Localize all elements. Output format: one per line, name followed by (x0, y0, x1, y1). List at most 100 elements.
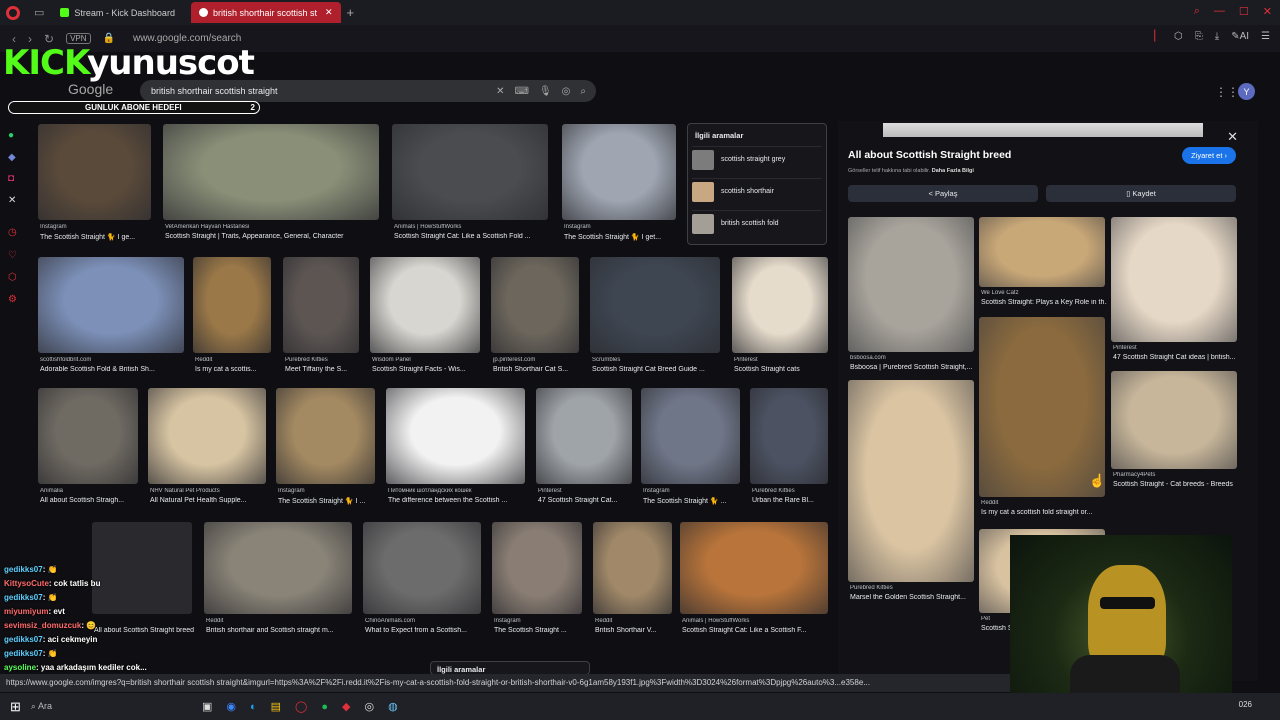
image-result-card[interactable]: Wisdom Panel Scottish Straight Facts - Wi… (370, 257, 480, 379)
panel-thumbnail[interactable] (979, 317, 1105, 497)
result-thumbnail[interactable] (370, 257, 480, 353)
sidebar-toggle-icon[interactable]: ▏ (1154, 31, 1162, 42)
google-apps-icon[interactable]: ⋮⋮ (1215, 85, 1239, 99)
workspaces-icon[interactable]: ▭ (34, 6, 44, 19)
result-title[interactable]: All Natural Pet Health Supple... (150, 497, 268, 504)
task-view-icon[interactable]: ▣ (202, 700, 212, 713)
result-title[interactable]: The Scottish Straight ... (494, 627, 584, 634)
result-thumbnail[interactable] (276, 388, 375, 484)
image-result-card[interactable]: Scrumbles Scottish Straight Cat Breed Gui… (590, 257, 720, 379)
result-title[interactable]: British Shorthair Cat S... (493, 366, 581, 373)
image-result-card[interactable]: Instagram The Scottish Straight ... (492, 522, 582, 640)
image-result-card[interactable]: Pinterest 47 Scottish Straight Cat... (536, 388, 632, 510)
image-result-card[interactable]: Animals | HowStuffWorks Scottish Straight… (680, 522, 828, 640)
panel-result-title[interactable]: Is my cat a scottish fold straight or... (981, 509, 1107, 516)
result-thumbnail[interactable] (148, 388, 266, 484)
close-window-icon[interactable]: ✕ (1263, 5, 1272, 18)
microphone-icon[interactable]: 🎙 (539, 86, 552, 97)
image-result-card[interactable]: NHV Natural Pet Products All Natural Pet … (148, 388, 266, 510)
panel-thumbnail[interactable] (979, 217, 1105, 287)
result-thumbnail[interactable] (283, 257, 359, 353)
result-title[interactable]: British Shorthair V... (595, 627, 674, 634)
result-thumbnail[interactable] (562, 124, 676, 220)
result-thumbnail[interactable] (38, 257, 184, 353)
panel-related-image[interactable]: Purebred Kitties Marsel the Golden Scotti… (848, 380, 974, 604)
result-title[interactable]: The Scottish Straight 🐈 I get... (564, 233, 678, 241)
result-title[interactable]: The Scottish Straight 🐈 I ... (278, 497, 377, 505)
result-title[interactable]: Urban the Rare Bl... (752, 497, 830, 504)
result-thumbnail[interactable] (386, 388, 525, 484)
panel-thumbnail[interactable] (1111, 371, 1237, 469)
image-result-card[interactable]: scottishfoldbrit.com Adorable Scottish Fo… (38, 257, 184, 379)
visit-button[interactable]: Ziyaret et › (1182, 147, 1236, 164)
start-button[interactable]: ⊞ (10, 699, 21, 715)
related-item[interactable]: scottish straight grey (692, 146, 822, 172)
image-result-card[interactable]: Питомник шотландских кошек The difference… (386, 388, 525, 510)
image-result-card[interactable]: Reddit Is my cat a scottis... (193, 257, 271, 379)
image-result-card[interactable]: Instagram The Scottish Straight 🐈 I get..… (562, 124, 676, 246)
panel-result-title[interactable]: Bsboosa | Purebred Scottish Straight,... (850, 364, 976, 371)
image-result-card[interactable]: VetAmerikan Hayvan Hastanesi Scottish Str… (163, 124, 379, 246)
image-result-card[interactable]: Pinterest Scottish Straight cats (732, 257, 828, 379)
panel-thumbnail[interactable] (1111, 217, 1237, 342)
image-result-card[interactable]: Purebred Kitties Urban the Rare Bl... (750, 388, 828, 510)
image-result-card[interactable]: Purebred Kitties Meet Tiffany the S... (283, 257, 359, 379)
discord-icon[interactable]: ◆ (8, 152, 16, 163)
tab-google-search[interactable]: british shorthair scottish st ✕ (190, 2, 341, 23)
result-thumbnail[interactable] (363, 522, 481, 614)
result-thumbnail[interactable] (680, 522, 828, 614)
result-thumbnail[interactable] (193, 257, 271, 353)
search-box[interactable]: british shorthair scottish straight ✕ ⌨ … (140, 80, 596, 102)
instagram-icon[interactable]: ◘ (8, 173, 14, 184)
google-logo[interactable]: Google (68, 81, 113, 97)
result-thumbnail[interactable] (491, 257, 579, 353)
result-title[interactable]: Is my cat a scottis... (195, 366, 273, 373)
panel-result-title[interactable]: Scottish Straight: Plays a Key Role in t… (981, 299, 1107, 306)
result-title[interactable]: Scottish Straight Cat Breed Guide ... (592, 366, 722, 373)
whatsapp-icon[interactable]: ● (8, 130, 14, 141)
taskbar-search[interactable]: ⌕ Ara (31, 701, 52, 712)
panel-related-image[interactable]: Pinterest 47 Scottish Straight Cat ideas … (1111, 217, 1237, 364)
result-title[interactable]: Scottish Straight Facts - Wis... (372, 366, 482, 373)
search-input[interactable]: british shorthair scottish straight (151, 86, 496, 96)
image-result-card[interactable]: jp.pinterest.com British Shorthair Cat S.… (491, 257, 579, 379)
result-thumbnail[interactable] (392, 124, 548, 220)
file-explorer-icon[interactable]: ▤ (271, 700, 281, 713)
image-result-card[interactable]: Animalia All about Scottish Straigh... (38, 388, 138, 510)
steam-icon[interactable]: ◍ (388, 700, 398, 713)
image-result-card[interactable]: ChinoAnimals.com What to Expect from a Sc… (363, 522, 481, 640)
result-thumbnail[interactable] (38, 388, 138, 484)
close-preview-icon[interactable]: ✕ (1227, 129, 1238, 145)
extensions-sidebar-icon[interactable]: ⬡ (8, 272, 17, 283)
panel-related-image[interactable]: We Love Catz Scottish Straight: Plays a K… (979, 217, 1107, 309)
lens-icon[interactable]: ◎ (562, 86, 571, 97)
new-tab-button[interactable]: + (347, 5, 355, 20)
close-tab-icon[interactable]: ✕ (325, 7, 333, 18)
clear-search-icon[interactable]: ✕ (496, 86, 504, 97)
search-tabs-icon[interactable]: ⌕ (1194, 5, 1200, 18)
panel-related-image[interactable]: Pharmacy4Pets Scottish Straight - Cat bre… (1111, 371, 1237, 491)
settings-icon[interactable]: ⚙ (8, 294, 17, 305)
result-title[interactable]: 47 Scottish Straight Cat... (538, 497, 634, 504)
image-result-card[interactable]: Reddit British Shorthair V... (593, 522, 672, 640)
opera-taskbar-icon[interactable]: ◯ (295, 700, 307, 713)
app-icon[interactable]: ◆ (342, 700, 350, 713)
x-icon[interactable]: ✕ (8, 195, 16, 206)
related-item[interactable]: scottish shorthair (692, 178, 822, 204)
result-title[interactable]: What to Expect from a Scottish... (365, 627, 483, 634)
image-result-card[interactable]: Instagram The Scottish Straight 🐈 I ... (276, 388, 375, 510)
result-thumbnail[interactable] (750, 388, 828, 484)
aria-ai-button[interactable]: ✎AI (1231, 31, 1249, 42)
license-more-link[interactable]: Daha Fazla Bilgi (932, 168, 974, 174)
download-icon[interactable]: ⤓ (1215, 31, 1219, 42)
result-title[interactable]: Scottish Straight cats (734, 366, 830, 373)
result-title[interactable]: All about Scottish Straigh... (40, 497, 140, 504)
menu-icon[interactable]: ☰ (1261, 31, 1270, 42)
image-result-card[interactable]: Animals | HowStuffWorks Scottish Straight… (392, 124, 548, 246)
preview-image[interactable] (883, 123, 1203, 137)
panel-thumbnail[interactable] (848, 217, 974, 352)
result-thumbnail[interactable] (590, 257, 720, 353)
app-icon[interactable]: ◉ (226, 700, 236, 713)
image-result-card[interactable]: Instagram The Scottish Straight 🐈 I ge... (38, 124, 151, 246)
related-item[interactable]: british scottish fold (692, 210, 822, 236)
